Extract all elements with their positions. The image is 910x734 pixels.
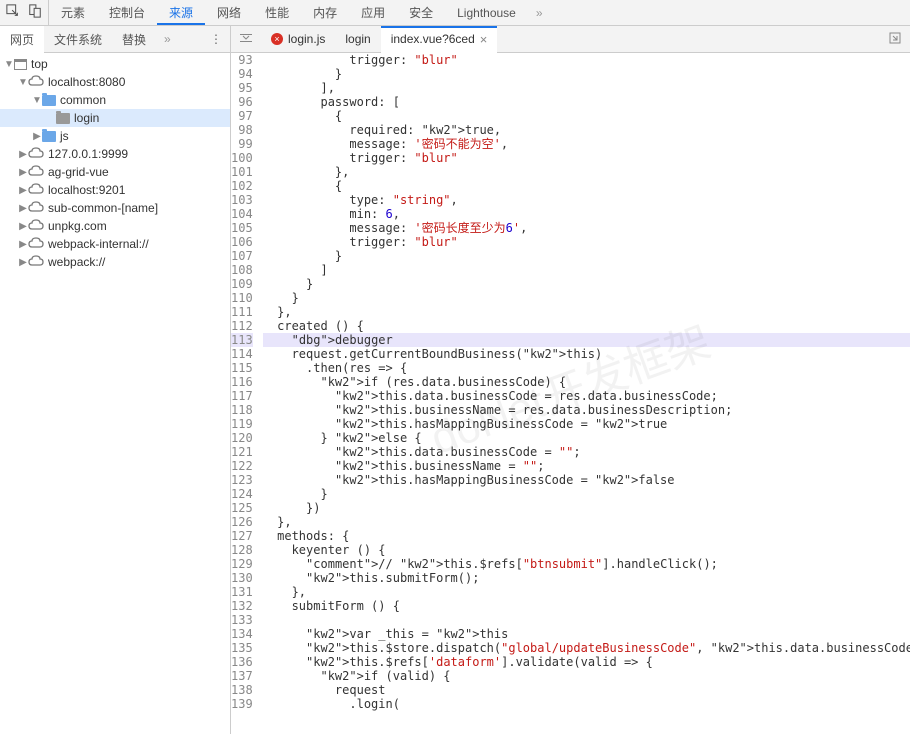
cloud-icon	[28, 183, 44, 198]
main-tab-6[interactable]: 应用	[349, 0, 397, 25]
tree-item[interactable]: login	[0, 109, 230, 127]
tree-label: sub-common-[name]	[48, 201, 158, 215]
window-icon	[14, 59, 27, 70]
tree-item[interactable]: unpkg.com	[0, 217, 230, 235]
tree-label: top	[31, 57, 48, 71]
kebab-icon[interactable]: ⋮	[202, 32, 230, 46]
tree-label: unpkg.com	[48, 219, 107, 233]
tree-item[interactable]: 127.0.0.1:9999	[0, 145, 230, 163]
cloud-icon	[28, 255, 44, 270]
close-icon[interactable]: ×	[480, 32, 488, 47]
sub-tab-1[interactable]: 文件系统	[44, 26, 112, 52]
tree-label: common	[60, 93, 106, 107]
nav-icon[interactable]	[231, 31, 261, 48]
cloud-icon	[28, 75, 44, 90]
tree-item[interactable]: js	[0, 127, 230, 145]
tree-item[interactable]: ag-grid-vue	[0, 163, 230, 181]
tree-label: localhost:8080	[48, 75, 125, 89]
main-tab-2[interactable]: 来源	[157, 0, 205, 25]
main-tab-4[interactable]: 性能	[253, 0, 301, 25]
sub-tab-0[interactable]: 网页	[0, 26, 44, 52]
tree-top[interactable]: top	[0, 55, 230, 73]
sub-more-chevron[interactable]: »	[156, 32, 179, 46]
file-tab-0[interactable]: × login.js	[261, 26, 335, 52]
sub-tab-2[interactable]: 替换	[112, 26, 156, 52]
tree-item[interactable]: localhost:8080	[0, 73, 230, 91]
main-tab-7[interactable]: 安全	[397, 0, 445, 25]
cloud-icon	[28, 201, 44, 216]
tree-label: js	[60, 129, 69, 143]
tree-label: webpack://	[48, 255, 105, 269]
main-tab-0[interactable]: 元素	[49, 0, 97, 25]
tree-item[interactable]: sub-common-[name]	[0, 199, 230, 217]
error-icon: ×	[271, 33, 283, 45]
file-tab-2[interactable]: index.vue?6ced ×	[381, 26, 498, 52]
file-tab-1[interactable]: login	[335, 26, 380, 52]
main-tab-3[interactable]: 网络	[205, 0, 253, 25]
tree-label: login	[74, 111, 99, 125]
cloud-icon	[28, 147, 44, 162]
tree-label: 127.0.0.1:9999	[48, 147, 128, 161]
cloud-icon	[28, 237, 44, 252]
tree-label: ag-grid-vue	[48, 165, 109, 179]
code-editor[interactable]: 9394959697989910010110210310410510610710…	[231, 53, 910, 734]
tree-item[interactable]: webpack://	[0, 253, 230, 271]
file-icon	[56, 113, 70, 124]
main-tab-1[interactable]: 控制台	[97, 0, 157, 25]
folder-icon	[42, 95, 56, 106]
sub-toolbar: 网页文件系统替换 » ⋮ × login.js login index.vue?6ce…	[0, 26, 910, 53]
inspect-icon[interactable]	[6, 4, 20, 21]
tree-item[interactable]: webpack-internal://	[0, 235, 230, 253]
tree-item[interactable]: common	[0, 91, 230, 109]
file-tab-label: index.vue?6ced	[391, 32, 475, 46]
file-tab-label: login.js	[288, 32, 325, 46]
overflow-icon[interactable]	[880, 31, 910, 48]
more-tabs-chevron[interactable]: »	[528, 6, 551, 20]
devtools-toolbar: 元素控制台来源网络性能内存应用安全Lighthouse »	[0, 0, 910, 26]
tree-label: webpack-internal://	[48, 237, 149, 251]
file-tree[interactable]: top localhost:8080 common loginjs 127.0.0.1…	[0, 53, 231, 734]
file-tab-label: login	[345, 32, 370, 46]
cloud-icon	[28, 165, 44, 180]
main-tab-5[interactable]: 内存	[301, 0, 349, 25]
cloud-icon	[28, 219, 44, 234]
main-tab-8[interactable]: Lighthouse	[445, 0, 528, 25]
tree-label: localhost:9201	[48, 183, 125, 197]
tree-item[interactable]: localhost:9201	[0, 181, 230, 199]
folder-icon	[42, 131, 56, 142]
device-icon[interactable]	[28, 4, 42, 21]
